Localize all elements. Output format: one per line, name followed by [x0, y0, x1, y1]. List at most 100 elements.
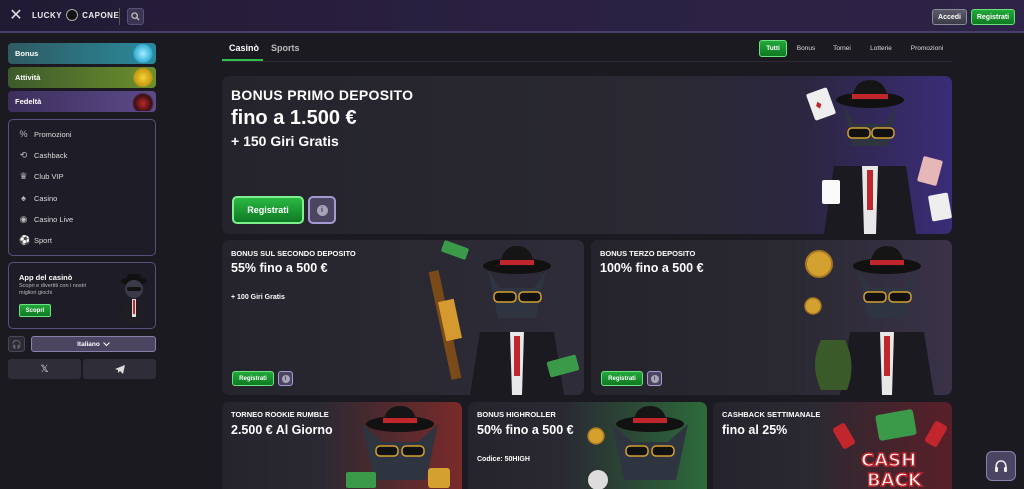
card-kicker: BONUS HIGHROLLER: [477, 410, 556, 419]
card-subline: + 100 Giri Gratis: [231, 294, 285, 301]
close-icon[interactable]: ✕: [8, 8, 24, 24]
headset-icon[interactable]: 🎧: [8, 336, 25, 352]
card-headline: 2.500 € Al Giorno: [231, 423, 333, 437]
card-info-button[interactable]: i: [647, 371, 662, 386]
cat-with-coins-image: [804, 246, 934, 395]
highroller-bonus-card[interactable]: BONUS HIGHROLLER 50% fino a 500 € Codice…: [468, 402, 707, 489]
hero-bonus-card[interactable]: BONUS PRIMO DEPOSITO fino a 1.500 € + 15…: [222, 76, 952, 234]
chevron-down-icon: [103, 341, 110, 346]
logo-text-left: LUCKY: [32, 10, 63, 20]
weekly-cashback-card[interactable]: CASHBACK SETTIMANALE fino al 25% CASH BA…: [713, 402, 952, 489]
search-icon: [131, 12, 140, 21]
card-headline: 50% fino a 500 €: [477, 423, 574, 437]
register-button-header[interactable]: Registrati: [971, 9, 1015, 25]
sidebar-item-label: Casino: [34, 194, 58, 203]
card-headline: 100% fino a 500 €: [600, 261, 704, 275]
info-icon: i: [316, 204, 328, 216]
tabs-divider: [222, 61, 952, 62]
language-value: Italiano: [77, 340, 100, 348]
hero-register-button[interactable]: Registrati: [232, 196, 304, 224]
sidebar-item-label: Promozioni: [34, 130, 72, 139]
bonus-code: Codice: 50HIGH: [477, 456, 530, 463]
card-headline: 55% fino a 500 €: [231, 261, 328, 275]
hero-kicker: BONUS PRIMO DEPOSITO: [231, 87, 414, 103]
x-social-button[interactable]: 𝕏: [8, 359, 81, 379]
sidebar-tab-attivita[interactable]: Attività: [8, 67, 156, 88]
cat-highroller-image: [587, 406, 688, 489]
sidebar-tab-label: Bonus: [15, 49, 39, 58]
second-deposit-card[interactable]: BONUS SUL SECONDO DEPOSITO 55% fino a 50…: [222, 240, 584, 395]
filter-promozioni[interactable]: Promozioni: [905, 40, 949, 57]
filter-bonus[interactable]: Bonus: [791, 40, 821, 57]
sidebar-item-casino-live[interactable]: ◉ Casino Live: [19, 214, 74, 225]
filter-tornei[interactable]: Tornei: [827, 40, 857, 57]
card-kicker: BONUS TERZO DEPOSITO: [600, 249, 696, 258]
cashback-word-2: BACK: [867, 470, 923, 489]
rookie-rumble-card[interactable]: TORNEO ROOKIE RUMBLE 2.500 € Al Giorno: [222, 402, 462, 489]
sidebar-item-casino[interactable]: ♠ Casino: [19, 193, 58, 204]
language-select[interactable]: Italiano: [31, 336, 156, 352]
third-deposit-card[interactable]: BONUS TERZO DEPOSITO 100% fino a 500 € R…: [591, 240, 952, 395]
cashback-word-1: CASH: [861, 450, 916, 471]
sidebar-tab-label: Attività: [15, 73, 41, 82]
diamond-icon: [132, 44, 154, 63]
sidebar-tab-bonus[interactable]: Bonus: [8, 43, 156, 64]
header-divider: [119, 8, 120, 25]
tab-casino[interactable]: Casinò: [229, 43, 259, 53]
logo[interactable]: LUCKY CAPONE: [32, 9, 119, 21]
sidebar-item-cashback[interactable]: ⟲ Cashback: [19, 150, 68, 161]
cat-mascot-hero-image: ♦: [806, 80, 952, 234]
sidebar-nav: % Promozioni ⟲ Cashback ♛ Club VIP ♠ Cas…: [8, 119, 156, 256]
login-button[interactable]: Accedi: [932, 9, 967, 25]
sidebar-item-label: Casino Live: [34, 215, 74, 224]
dice-icon: [132, 68, 154, 87]
card-kicker: CASHBACK SETTIMANALE: [722, 410, 821, 419]
cat-mascot-image: [121, 274, 147, 324]
sidebar-item-promozioni[interactable]: % Promozioni: [19, 129, 72, 140]
x-logo-icon: 𝕏: [40, 363, 49, 375]
card-kicker: BONUS SUL SECONDO DEPOSITO: [231, 249, 356, 258]
sidebar-item-sport[interactable]: ⚽ Sport: [19, 235, 52, 246]
card-kicker: TORNEO ROOKIE RUMBLE: [231, 410, 329, 419]
hero-amount: fino a 1.500 €: [231, 107, 357, 129]
hero-info-button[interactable]: i: [308, 196, 336, 224]
top-header: ✕ LUCKY CAPONE Accedi Registrati: [0, 0, 1024, 33]
sidebar-tab-label: Fedeltà: [15, 97, 42, 106]
card-info-button[interactable]: i: [278, 371, 293, 386]
info-icon: i: [650, 374, 659, 383]
filter-tutti[interactable]: Tutti: [759, 40, 787, 57]
info-icon: i: [281, 374, 290, 383]
app-promo-box: App del casinò Scopri e divertiti con i …: [8, 262, 156, 329]
telegram-button[interactable]: [83, 359, 156, 379]
crown-icon: ♛: [19, 171, 28, 181]
cards-icon: ♠: [21, 193, 26, 203]
card-register-button[interactable]: Registrati: [601, 371, 643, 386]
support-chat-button[interactable]: [986, 451, 1016, 481]
cat-with-gun-image: [428, 240, 580, 395]
hat-icon: [132, 92, 154, 111]
hero-spins: + 150 Giri Gratis: [231, 133, 339, 149]
tab-sports[interactable]: Sports: [271, 43, 300, 53]
telegram-icon: [114, 364, 125, 374]
app-discover-button[interactable]: Scopri: [19, 304, 51, 317]
logo-text-right: CAPONE: [82, 10, 120, 20]
live-icon: ◉: [19, 214, 28, 224]
app-title: App del casinò: [19, 273, 73, 282]
card-register-button[interactable]: Registrati: [232, 371, 274, 386]
cashback-art-image: CASH BACK: [833, 409, 947, 489]
app-subtitle: Scopri e divertiti con i nostri migliori…: [19, 283, 87, 296]
logo-badge-icon: [66, 9, 79, 21]
ball-icon: ⚽: [19, 235, 31, 245]
sidebar-item-label: Cashback: [34, 151, 68, 160]
headset-icon: [995, 459, 1007, 472]
cat-tournament-image: [346, 406, 450, 488]
tag-icon: %: [19, 129, 28, 139]
sidebar-item-club-vip[interactable]: ♛ Club VIP: [19, 171, 64, 182]
sidebar-item-label: Club VIP: [34, 172, 64, 181]
cashback-icon: ⟲: [19, 150, 28, 160]
card-headline: fino al 25%: [722, 423, 788, 437]
search-button[interactable]: [127, 8, 144, 25]
sidebar-item-label: Sport: [34, 236, 52, 245]
filter-lotterie[interactable]: Lotterie: [863, 40, 899, 57]
sidebar-tab-fedelta[interactable]: Fedeltà: [8, 91, 156, 112]
